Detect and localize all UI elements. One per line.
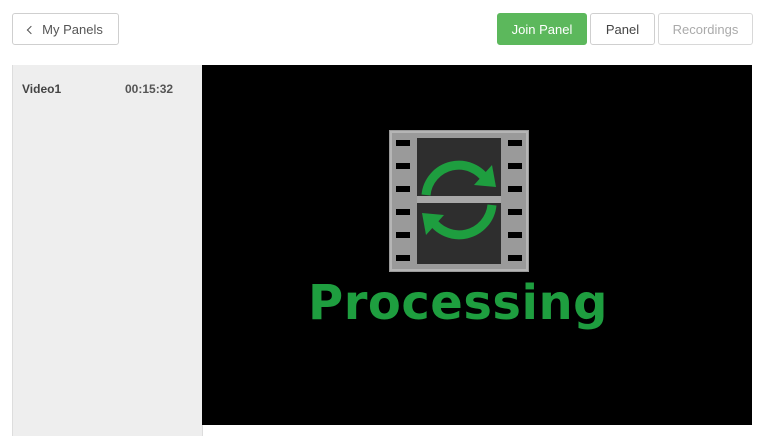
processing-film-icon	[389, 130, 529, 272]
my-panels-back-button[interactable]: My Panels	[12, 13, 119, 45]
recordings-tab-label: Recordings	[672, 21, 739, 37]
panel-tab-label: Panel	[605, 21, 640, 37]
recordings-tab-button[interactable]: Recordings	[658, 13, 753, 45]
join-panel-button[interactable]: Join Panel	[497, 13, 587, 45]
chevron-left-icon	[26, 25, 36, 35]
panel-page: My Panels Join Panel Panel Recordings Vi…	[0, 0, 762, 436]
player-footer	[202, 425, 752, 436]
recordings-sidebar: Video1 00:15:32	[12, 65, 202, 436]
processing-status-text: Processing	[308, 275, 608, 331]
recording-duration: 00:15:32	[125, 82, 174, 96]
join-panel-label: Join Panel	[511, 21, 573, 37]
video-player[interactable]: Processing	[202, 65, 752, 425]
my-panels-label: My Panels	[42, 21, 103, 37]
recording-list-item[interactable]: Video1 00:15:32	[13, 77, 203, 101]
recording-name: Video1	[22, 82, 62, 96]
panel-tab-button[interactable]: Panel	[590, 13, 655, 45]
